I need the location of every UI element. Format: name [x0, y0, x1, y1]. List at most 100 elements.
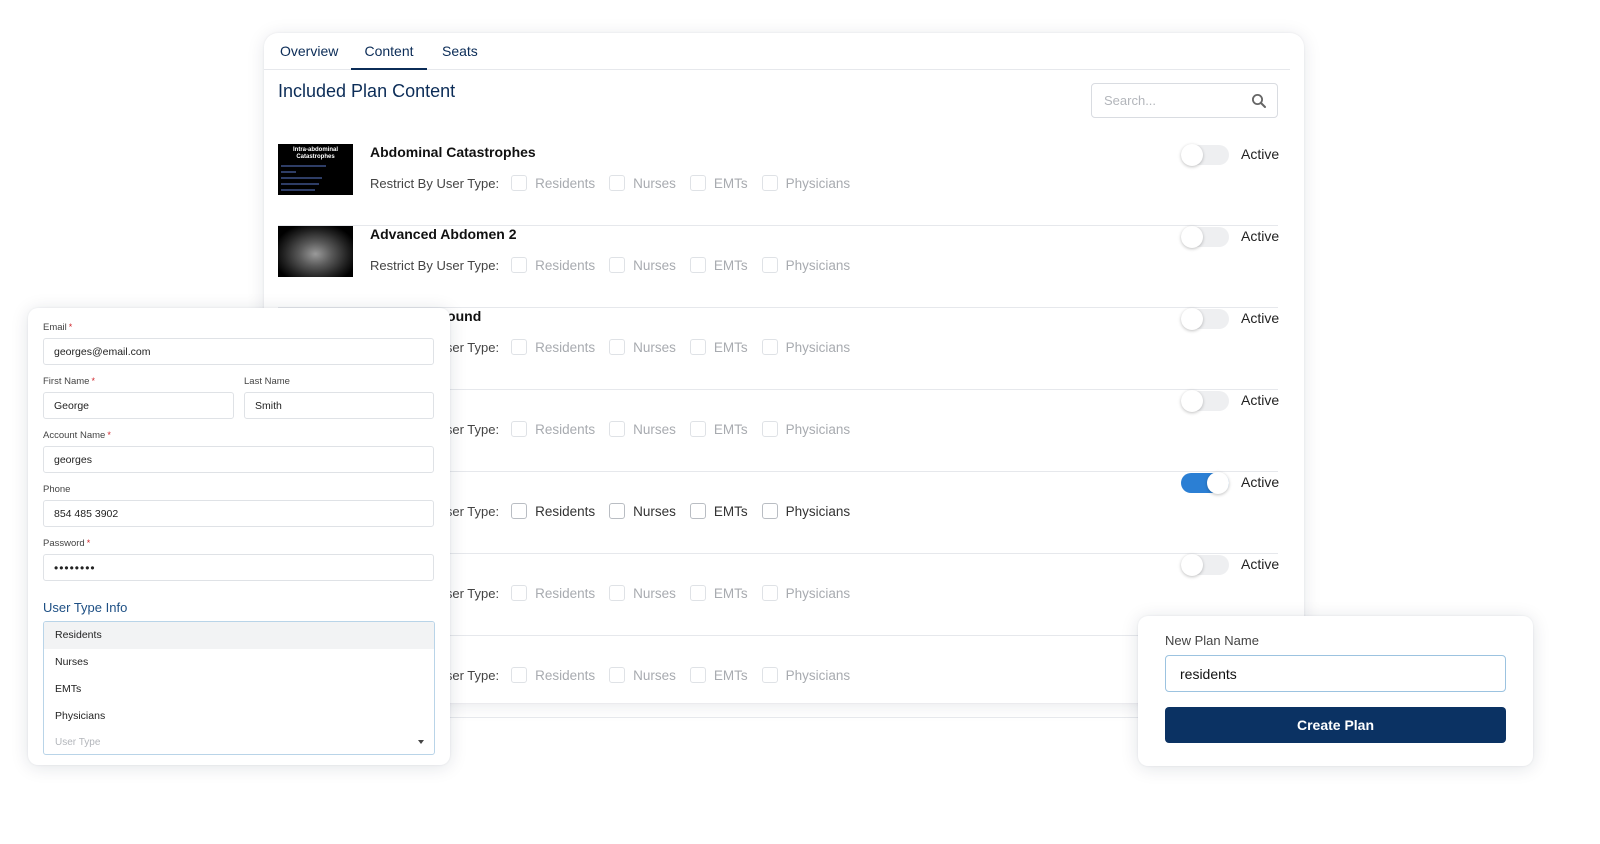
user-type-checkbox-residents[interactable]: Residents	[511, 421, 595, 437]
email-field-wrap	[43, 338, 434, 365]
checkbox-label: EMTs	[713, 667, 748, 683]
checkbox-label: EMTs	[713, 257, 748, 273]
active-toggle[interactable]	[1181, 390, 1229, 412]
checkbox-box[interactable]	[609, 175, 626, 191]
checkbox-box[interactable]	[511, 257, 528, 273]
user-type-checkbox-emts[interactable]: EMTs	[689, 585, 748, 601]
first-name-field[interactable]	[44, 393, 233, 418]
user-type-option[interactable]: EMTs	[44, 676, 434, 703]
search-input[interactable]	[1104, 84, 1244, 117]
checkbox-box[interactable]	[609, 339, 626, 355]
search-icon[interactable]	[1251, 93, 1267, 109]
active-label: Active	[1241, 310, 1280, 326]
checkbox-label: Residents	[535, 257, 596, 273]
checkbox-box[interactable]	[689, 257, 706, 273]
active-toggle[interactable]	[1181, 144, 1229, 166]
user-type-checkbox-physicians[interactable]: Physicians	[761, 585, 850, 601]
checkbox-box[interactable]	[761, 175, 778, 191]
user-type-checkbox-emts[interactable]: EMTs	[689, 667, 748, 683]
checkbox-box[interactable]	[511, 421, 528, 437]
user-type-checkbox-residents[interactable]: Residents	[511, 667, 595, 683]
checkbox-box[interactable]	[761, 585, 778, 601]
checkbox-box[interactable]	[761, 257, 778, 273]
checkbox-box[interactable]	[609, 421, 626, 437]
checkbox-box[interactable]	[609, 503, 626, 519]
tab-content[interactable]: Content	[351, 33, 427, 70]
user-type-checkbox-physicians[interactable]: Physicians	[761, 339, 850, 355]
user-type-checkbox-nurses[interactable]: Nurses	[609, 585, 676, 601]
user-type-option[interactable]: Physicians	[44, 703, 434, 730]
user-type-checkbox-nurses[interactable]: Nurses	[609, 175, 676, 191]
user-type-checkbox-residents[interactable]: Residents	[511, 257, 595, 273]
user-type-option[interactable]: Residents	[44, 622, 434, 649]
checkbox-label: Physicians	[785, 421, 851, 437]
checkbox-box[interactable]	[511, 503, 528, 519]
user-type-checkbox-physicians[interactable]: Physicians	[761, 175, 851, 191]
user-type-checkbox-physicians[interactable]: Physicians	[761, 503, 850, 519]
checkbox-label: Physicians	[785, 175, 851, 191]
user-type-checkbox-physicians[interactable]: Physicians	[761, 421, 851, 437]
phone-field[interactable]	[44, 501, 433, 526]
active-label: Active	[1241, 556, 1280, 572]
checkbox-box[interactable]	[761, 421, 778, 437]
checkbox-label: Nurses	[633, 421, 676, 437]
last-name-field[interactable]	[245, 393, 433, 418]
user-type-checkbox-emts[interactable]: EMTs	[689, 421, 748, 437]
content-thumbnail	[278, 226, 353, 277]
user-type-checkbox-physicians[interactable]: Physicians	[761, 667, 850, 683]
checkbox-box[interactable]	[511, 175, 528, 191]
active-toggle[interactable]	[1181, 308, 1229, 330]
checkbox-box[interactable]	[761, 503, 778, 519]
checkbox-box[interactable]	[609, 585, 626, 601]
checkbox-box[interactable]	[511, 585, 528, 601]
search-box[interactable]	[1091, 83, 1278, 118]
user-type-checkbox-nurses[interactable]: Nurses	[609, 667, 676, 683]
checkbox-box[interactable]	[689, 421, 706, 437]
user-type-checkbox-nurses[interactable]: Nurses	[609, 421, 676, 437]
toggle-knob	[1207, 472, 1229, 494]
user-type-checkbox-emts[interactable]: EMTs	[689, 175, 748, 191]
checkbox-label: EMTs	[713, 503, 748, 519]
checkbox-box[interactable]	[761, 339, 778, 355]
checkbox-box[interactable]	[511, 339, 528, 355]
account-name-field[interactable]	[44, 447, 433, 472]
active-toggle[interactable]	[1181, 472, 1229, 494]
restrict-label: Restrict By User Type:	[370, 175, 500, 191]
email-label: Email *	[43, 322, 73, 333]
checkbox-box[interactable]	[511, 667, 528, 683]
user-type-checkbox-emts[interactable]: EMTs	[689, 257, 748, 273]
active-toggle[interactable]	[1181, 554, 1229, 576]
password-field-wrap	[43, 554, 434, 581]
active-label: Active	[1241, 228, 1280, 244]
checkbox-box[interactable]	[689, 667, 706, 683]
checkbox-label: EMTs	[713, 339, 748, 355]
create-plan-button[interactable]: Create Plan	[1165, 707, 1506, 743]
email-field[interactable]	[44, 339, 433, 364]
user-type-checkbox-residents[interactable]: Residents	[511, 503, 595, 519]
checkbox-box[interactable]	[761, 667, 778, 683]
user-type-option[interactable]: Nurses	[44, 649, 434, 676]
caret-down-icon[interactable]	[418, 740, 424, 744]
tab-overview[interactable]: Overview	[280, 33, 338, 70]
user-type-checkbox-nurses[interactable]: Nurses	[609, 257, 676, 273]
user-type-select[interactable]: Residents Nurses EMTs Physicians User Ty…	[43, 621, 435, 755]
user-type-checkbox-emts[interactable]: EMTs	[689, 339, 748, 355]
checkbox-box[interactable]	[689, 503, 706, 519]
user-type-checkbox-nurses[interactable]: Nurses	[609, 339, 676, 355]
checkbox-box[interactable]	[609, 667, 626, 683]
user-type-checkbox-residents[interactable]: Residents	[511, 175, 595, 191]
password-field[interactable]	[44, 555, 433, 580]
checkbox-box[interactable]	[689, 339, 706, 355]
active-toggle[interactable]	[1181, 226, 1229, 248]
user-type-checkbox-nurses[interactable]: Nurses	[609, 503, 676, 519]
checkbox-box[interactable]	[689, 175, 706, 191]
user-type-checkbox-physicians[interactable]: Physicians	[761, 257, 850, 273]
user-type-checkbox-emts[interactable]: EMTs	[689, 503, 748, 519]
tab-seats[interactable]: Seats	[442, 33, 478, 70]
user-type-checkbox-residents[interactable]: Residents	[511, 339, 595, 355]
tab-bar: Overview Content Seats	[264, 33, 1290, 70]
checkbox-box[interactable]	[609, 257, 626, 273]
checkbox-box[interactable]	[689, 585, 706, 601]
new-plan-name-input[interactable]	[1166, 656, 1505, 691]
user-type-checkbox-residents[interactable]: Residents	[511, 585, 595, 601]
